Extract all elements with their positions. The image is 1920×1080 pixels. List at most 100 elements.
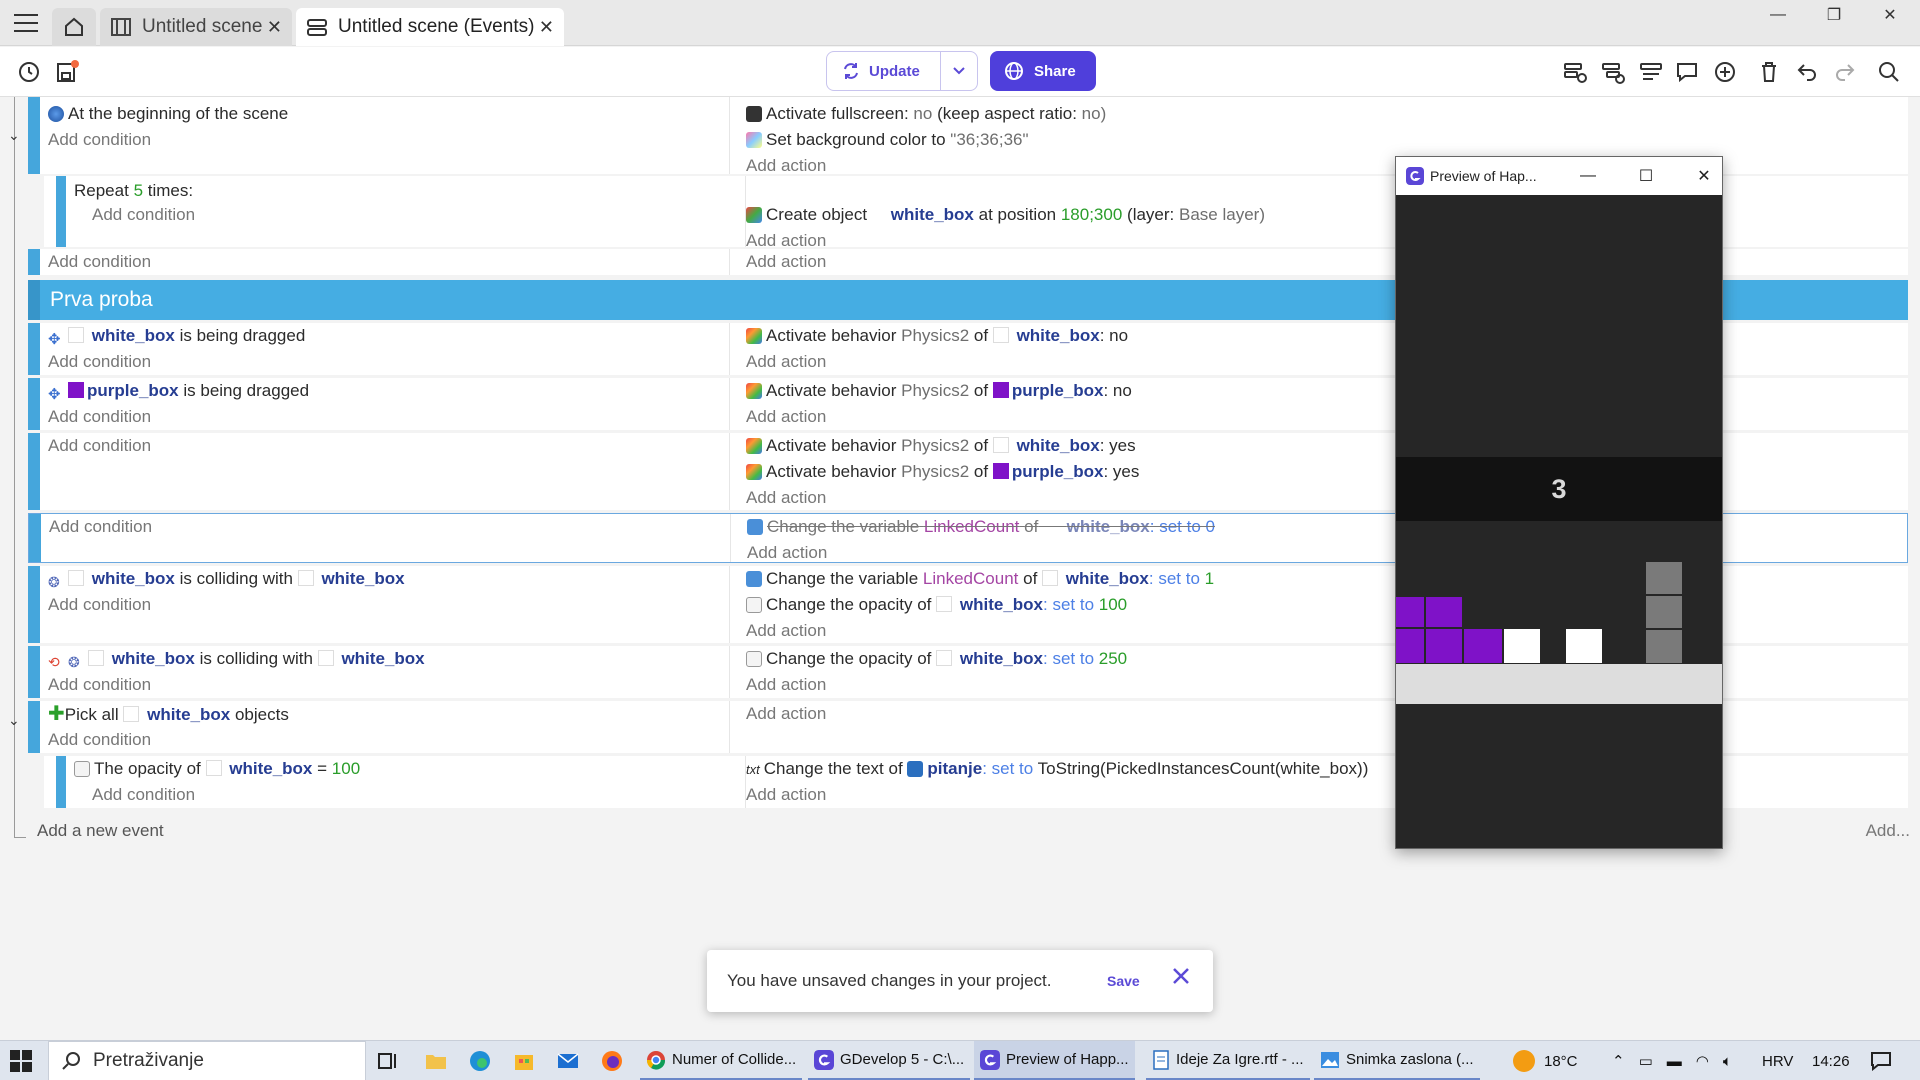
add-action-link[interactable]: Add action bbox=[747, 540, 1899, 566]
delete-icon[interactable] bbox=[1756, 59, 1782, 85]
event-conditions[interactable]: ❂ white_box is colliding with white_box … bbox=[40, 566, 730, 643]
event-actions[interactable]: Add action bbox=[738, 701, 1908, 753]
taskbar-search[interactable]: Pretraživanje bbox=[48, 1041, 366, 1080]
wifi-icon[interactable]: ◠ bbox=[1696, 1052, 1709, 1070]
undo-icon[interactable] bbox=[1794, 59, 1820, 85]
close-icon[interactable] bbox=[1171, 966, 1191, 986]
event-handle[interactable] bbox=[28, 566, 40, 643]
close-window-icon[interactable]: ✕ bbox=[1862, 0, 1918, 30]
add-condition-link[interactable]: Add condition bbox=[48, 433, 721, 459]
add-action-link[interactable]: Add action bbox=[746, 618, 1900, 644]
tab-scene[interactable]: Untitled scene ✕ bbox=[100, 8, 292, 46]
event-conditions[interactable]: ✥ purple_box is being dragged Add conditi… bbox=[40, 378, 730, 430]
collapse-chevron-icon[interactable]: ⌄ bbox=[8, 127, 20, 144]
event-handle[interactable] bbox=[28, 249, 40, 275]
add-condition-link[interactable]: Add condition bbox=[48, 592, 721, 618]
event-handle[interactable] bbox=[56, 176, 66, 247]
restore-icon[interactable]: ❐ bbox=[1806, 0, 1862, 30]
search-icon[interactable] bbox=[1876, 59, 1902, 85]
event-handle[interactable] bbox=[28, 280, 40, 320]
event-conditions[interactable]: Add condition bbox=[40, 433, 730, 510]
share-button[interactable]: Share bbox=[990, 51, 1096, 91]
mail-icon[interactable] bbox=[556, 1049, 580, 1073]
add-condition-link[interactable]: Add condition bbox=[74, 782, 737, 808]
maximize-icon[interactable]: ☐ bbox=[1624, 157, 1668, 195]
store-icon[interactable] bbox=[512, 1049, 536, 1073]
event-actions[interactable]: Change the variable LinkedCount of white… bbox=[738, 566, 1908, 643]
event-conditions[interactable]: Add condition bbox=[41, 514, 731, 562]
event-handle[interactable] bbox=[29, 514, 41, 562]
add-action-link[interactable]: Add action bbox=[746, 701, 1900, 727]
preview-window[interactable]: Preview of Hap... — ☐ ✕ 3 bbox=[1395, 156, 1723, 849]
event-conditions[interactable]: ✥ white_box is being dragged Add conditi… bbox=[40, 323, 730, 375]
close-icon[interactable]: ✕ bbox=[1682, 157, 1726, 195]
event-actions[interactable]: Change the opacity of white_box: set to … bbox=[738, 646, 1908, 698]
event-handle[interactable] bbox=[28, 701, 40, 753]
add-more-icon[interactable] bbox=[1712, 59, 1738, 85]
volume-icon[interactable]: 🔈︎ bbox=[1723, 1053, 1732, 1070]
event-handle[interactable] bbox=[28, 323, 40, 375]
add-action-link[interactable]: Add action bbox=[746, 485, 1900, 511]
add-more-link[interactable]: Add... bbox=[1866, 821, 1910, 841]
add-action-link[interactable]: Add action bbox=[746, 672, 1900, 698]
redo-icon[interactable] bbox=[1832, 59, 1858, 85]
home-tab[interactable] bbox=[52, 8, 96, 46]
event-handle[interactable] bbox=[28, 646, 40, 698]
event-conditions[interactable]: Repeat 5 times: Add condition bbox=[66, 176, 746, 247]
add-condition-link[interactable]: Add condition bbox=[48, 404, 721, 430]
event-actions[interactable]: txt Change the text of pitanje: set to To… bbox=[738, 756, 1908, 808]
add-event-icon[interactable] bbox=[1562, 59, 1588, 85]
event-actions[interactable]: Activate behavior Physics2 of white_box:… bbox=[738, 323, 1908, 375]
event-actions[interactable]: Activate behavior Physics2 of white_box:… bbox=[738, 433, 1908, 510]
event-actions[interactable]: Activate behavior Physics2 of purple_box… bbox=[738, 378, 1908, 430]
add-action-link[interactable]: Add action bbox=[746, 782, 1900, 808]
add-condition-link[interactable]: Add condition bbox=[48, 727, 721, 753]
taskbar-app-wordpad[interactable]: Ideje Za Igre.rtf - ... bbox=[1146, 1041, 1310, 1080]
event-actions[interactable]: Change the variable LinkedCount of white… bbox=[739, 514, 1907, 562]
notifications-icon[interactable] bbox=[1870, 1041, 1892, 1080]
save-button[interactable]: Save bbox=[1107, 973, 1140, 989]
taskbar-app-chrome[interactable]: Numer of Collide... bbox=[640, 1041, 803, 1080]
collapse-chevron-icon[interactable]: ⌄ bbox=[8, 712, 20, 729]
event-conditions[interactable]: ✚Pick all white_box objects Add conditio… bbox=[40, 701, 730, 753]
history-icon[interactable] bbox=[16, 59, 42, 85]
add-action-link[interactable]: Add action bbox=[746, 404, 1900, 430]
add-action-link[interactable]: Add action bbox=[746, 349, 1900, 375]
update-button[interactable]: Update bbox=[826, 51, 978, 91]
firefox-icon[interactable] bbox=[600, 1049, 624, 1073]
menu-icon[interactable] bbox=[14, 14, 38, 32]
event-conditions[interactable]: At the beginning of the scene Add condit… bbox=[40, 97, 730, 174]
taskbar-app-gdevelop[interactable]: GDevelop 5 - C:\... bbox=[808, 1041, 971, 1080]
event-handle[interactable] bbox=[28, 97, 40, 174]
add-condition-link[interactable]: Add condition bbox=[48, 127, 721, 153]
event-handle[interactable] bbox=[56, 756, 66, 808]
battery-icon[interactable]: ▬ bbox=[1667, 1053, 1682, 1070]
event-conditions[interactable]: ⟲ ❂ white_box is colliding with white_box… bbox=[40, 646, 730, 698]
weather-widget[interactable]: 18°C bbox=[1512, 1041, 1578, 1080]
minimize-icon[interactable]: — bbox=[1566, 157, 1610, 195]
add-condition-link[interactable]: Add condition bbox=[48, 249, 721, 275]
file-explorer-icon[interactable] bbox=[424, 1049, 448, 1073]
close-icon[interactable]: ✕ bbox=[267, 17, 282, 38]
windows-start-icon[interactable] bbox=[10, 1050, 32, 1072]
add-action-link[interactable]: Add action bbox=[746, 249, 1900, 275]
taskbar-app-snip[interactable]: Snimka zaslona (... bbox=[1314, 1041, 1480, 1080]
add-condition-link[interactable]: Add condition bbox=[74, 202, 737, 228]
chevron-up-icon[interactable]: ⌃ bbox=[1612, 1052, 1625, 1070]
close-icon[interactable]: ✕ bbox=[539, 17, 554, 38]
taskbar-app-preview[interactable]: Preview of Happ... bbox=[974, 1041, 1135, 1080]
event-conditions[interactable]: The opacity of white_box = 100 Add condi… bbox=[66, 756, 746, 808]
add-group-icon[interactable] bbox=[1638, 59, 1664, 85]
event-handle[interactable] bbox=[28, 433, 40, 510]
add-new-event-link[interactable]: Add a new event bbox=[37, 821, 164, 841]
add-comment-icon[interactable] bbox=[1674, 59, 1700, 85]
minimize-icon[interactable]: — bbox=[1750, 0, 1806, 30]
add-subevent-icon[interactable] bbox=[1600, 59, 1626, 85]
save-project-icon[interactable] bbox=[54, 59, 80, 85]
event-handle[interactable] bbox=[28, 378, 40, 430]
meet-icon[interactable]: ▭ bbox=[1639, 1052, 1653, 1070]
language-indicator[interactable]: HRV bbox=[1762, 1041, 1793, 1080]
event-conditions[interactable]: Add condition bbox=[40, 249, 730, 275]
chevron-down-icon[interactable] bbox=[941, 66, 977, 76]
event-actions[interactable]: Add action bbox=[738, 249, 1908, 275]
